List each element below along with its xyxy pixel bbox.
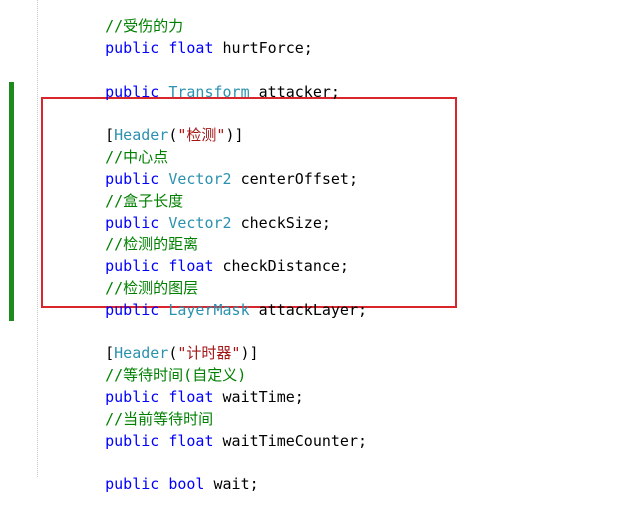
- code-line-attacklayer[interactable]: public LayerMask attackLayer;: [69, 277, 367, 319]
- field-name: hurtForce;: [213, 39, 313, 57]
- code-line-comment-wait[interactable]: //等待时间(自定义): [69, 342, 246, 384]
- code-line-header-timer[interactable]: [Header("计时器")]: [69, 320, 258, 362]
- code-line-hurtforce[interactable]: public float hurtForce;: [69, 15, 313, 57]
- code-line-comment-hurt[interactable]: //受伤的力: [69, 0, 183, 35]
- keyword-public: public: [105, 475, 160, 493]
- code-line-centeroffset[interactable]: public Vector2 centerOffset;: [69, 146, 358, 188]
- code-line-waittime[interactable]: public float waitTime;: [69, 364, 304, 406]
- change-indicator-bar: [9, 82, 14, 321]
- type-layermask: LayerMask: [168, 301, 250, 319]
- code-line-comment-current-wait[interactable]: //当前等待时间: [69, 386, 213, 428]
- code-line-comment-box[interactable]: //盒子长度: [69, 168, 183, 210]
- keyword-public: public: [105, 83, 160, 101]
- field-name: waitTime;: [213, 388, 304, 406]
- code-line-wait[interactable]: public bool wait;: [69, 451, 259, 493]
- bracket-close: )]: [225, 126, 244, 144]
- code-line-attacker[interactable]: public Transform attacker;: [69, 59, 340, 101]
- type-bool: bool: [168, 475, 205, 493]
- type-transform: Transform: [168, 83, 250, 101]
- code-line-checksize[interactable]: public Vector2 checkSize;: [69, 190, 331, 232]
- code-line-comment-center[interactable]: //中心点: [69, 124, 168, 166]
- field-name: checkSize;: [231, 214, 331, 232]
- indent-guide: [37, 0, 38, 477]
- code-line-waittimecounter[interactable]: public float waitTimeCounter;: [69, 408, 367, 450]
- keyword-public: public: [105, 432, 160, 450]
- field-name: attackLayer;: [249, 301, 368, 319]
- type-float: float: [168, 39, 214, 57]
- string-literal: "检测": [177, 126, 226, 144]
- code-line-comment-layer[interactable]: //检测的图层: [69, 255, 198, 297]
- field-name: waitTimeCounter;: [213, 432, 368, 450]
- field-name: wait;: [204, 475, 259, 493]
- field-name: centerOffset;: [231, 170, 358, 188]
- field-name: attacker;: [249, 83, 340, 101]
- keyword-public: public: [105, 301, 160, 319]
- keyword-public: public: [105, 39, 160, 57]
- field-name: checkDistance;: [213, 257, 349, 275]
- code-editor[interactable]: //受伤的力 public float hurtForce; public Tr…: [0, 0, 632, 493]
- code-line-comment-distance[interactable]: //检测的距离: [69, 211, 198, 253]
- code-line-checkdistance[interactable]: public float checkDistance;: [69, 233, 349, 275]
- code-line-header-check[interactable]: [Header("检测")]: [69, 102, 243, 144]
- type-float: float: [168, 432, 214, 450]
